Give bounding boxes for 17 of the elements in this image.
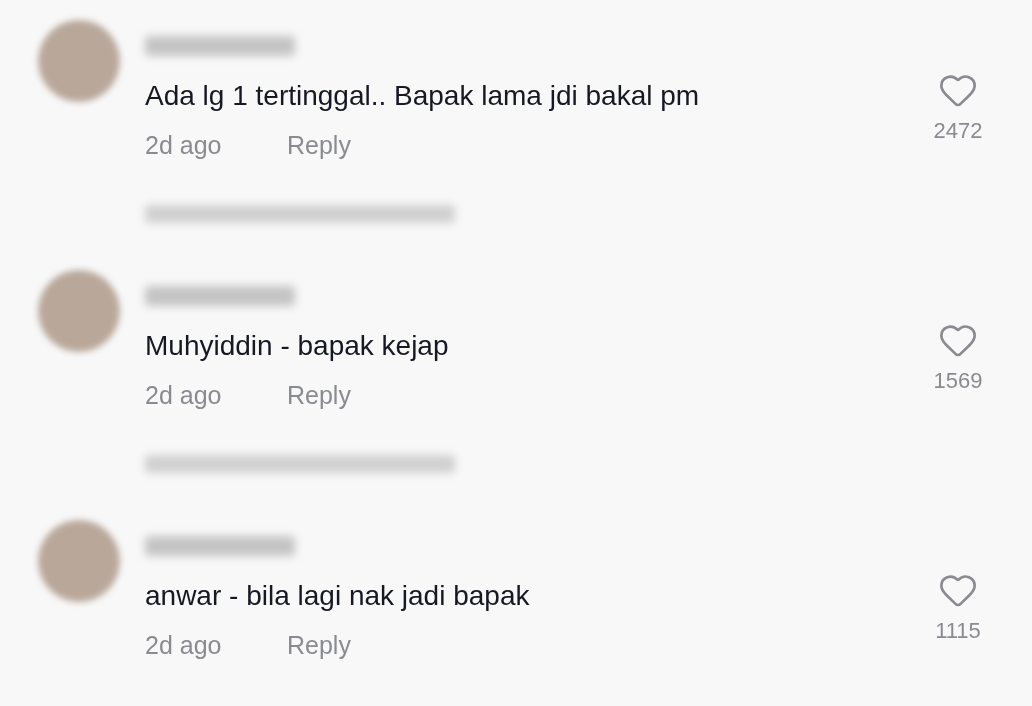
reply-link[interactable]: Reply: [287, 130, 351, 160]
blurred-view-replies[interactable]: [145, 205, 455, 223]
like-count: 1115: [935, 617, 981, 645]
avatar-placeholder[interactable]: [38, 20, 120, 102]
comment-text: Muhyiddin - bapak kejap: [145, 329, 450, 363]
like-count: 1569: [933, 367, 983, 395]
comment-time: 2d ago: [145, 630, 223, 660]
like-count: 2472: [933, 117, 983, 145]
comment-time: 2d ago: [145, 380, 223, 410]
avatar-placeholder[interactable]: [38, 520, 120, 602]
blurred-view-replies[interactable]: [145, 455, 455, 473]
comment-text: anwar - bila lagi nak jadi bapak: [145, 579, 531, 613]
comment-text: Ada lg 1 tertinggal.. Bapak lama jdi bakal pm: [145, 79, 701, 113]
reply-link[interactable]: Reply: [287, 630, 351, 660]
avatar-placeholder[interactable]: [38, 270, 120, 352]
reply-link[interactable]: Reply: [287, 380, 351, 410]
comment-time: 2d ago: [145, 130, 223, 160]
